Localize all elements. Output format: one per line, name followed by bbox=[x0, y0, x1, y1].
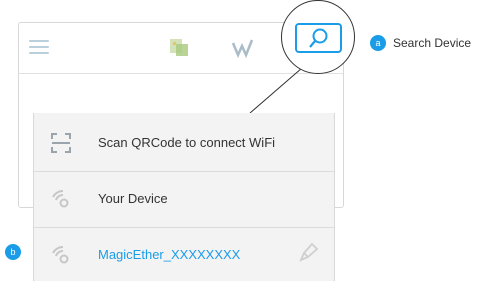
qr-scan-icon bbox=[51, 133, 71, 153]
search-device-icon bbox=[309, 28, 328, 48]
list-item-your-device[interactable]: Your Device bbox=[34, 171, 334, 228]
device-dropdown: Scan QRCode to connect WiFi Your Device … bbox=[33, 113, 335, 281]
search-device-button[interactable] bbox=[295, 23, 342, 53]
annotation-label-search-device: Search Device bbox=[393, 36, 472, 50]
magnifier-callout bbox=[281, 0, 355, 74]
edit-icon[interactable] bbox=[296, 241, 320, 265]
annotation-badge-a: a bbox=[370, 35, 386, 51]
list-item-magicether[interactable]: MagicEther_XXXXXXXX bbox=[34, 227, 334, 281]
magicether-label: MagicEther_XXXXXXXX bbox=[98, 247, 241, 262]
annotation-badge-b: b bbox=[5, 244, 21, 260]
your-device-label: Your Device bbox=[98, 191, 168, 206]
wifi-icon bbox=[52, 189, 69, 208]
scan-qrcode-label: Scan QRCode to connect WiFi bbox=[98, 135, 276, 150]
list-item-scan-qrcode[interactable]: Scan QRCode to connect WiFi bbox=[34, 115, 334, 172]
wifi-icon bbox=[52, 245, 69, 264]
